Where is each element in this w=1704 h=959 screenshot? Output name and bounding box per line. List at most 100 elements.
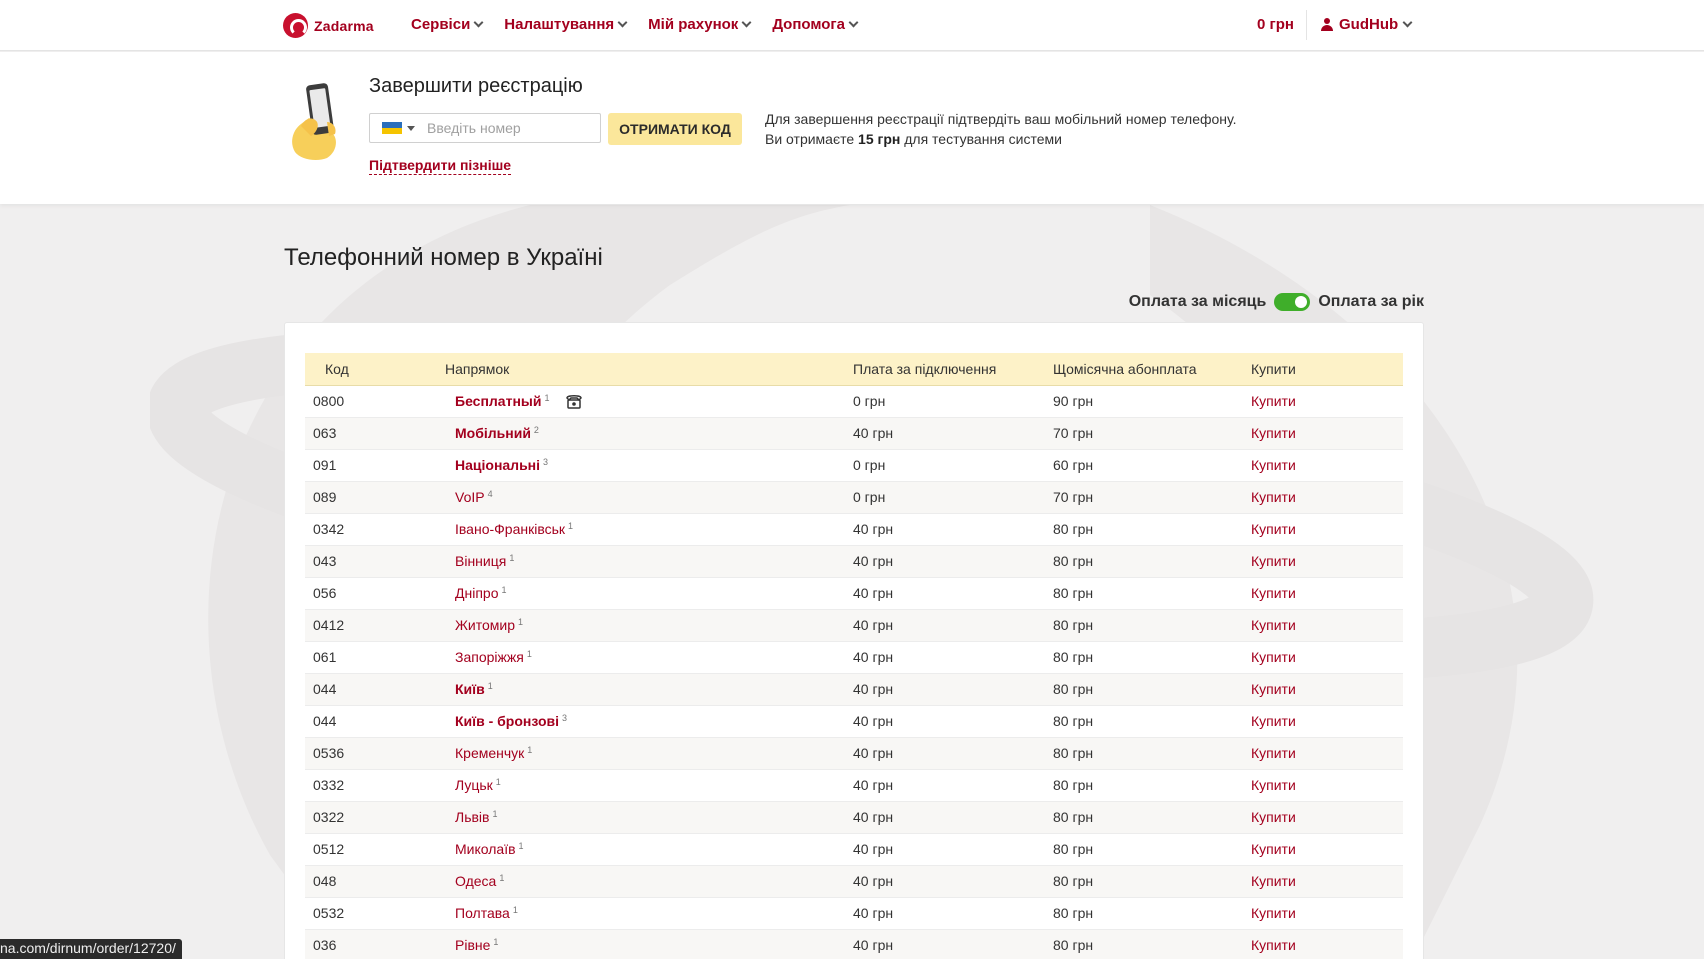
billing-period-toggle[interactable] [1274, 293, 1311, 311]
direction-link[interactable]: Луцьк [455, 777, 493, 793]
direction-link[interactable]: Миколаїв [455, 841, 516, 857]
buy-link[interactable]: Купити [1251, 905, 1296, 921]
direction-link[interactable]: Житомир [455, 617, 515, 633]
cell-direction: Рівне 1 [445, 929, 853, 959]
chevron-down-icon [1402, 17, 1413, 28]
cell-monthly-fee: 80 грн [1053, 641, 1251, 674]
confirm-later-link[interactable]: Підтвердити пізніше [369, 157, 512, 175]
buy-link[interactable]: Купити [1251, 937, 1296, 953]
cell-code: 061 [305, 641, 445, 674]
main-nav: Сервіси Налаштування Мій рахунок Допомог… [411, 16, 859, 33]
direction-link[interactable]: Вінниця [455, 553, 506, 569]
cell-monthly-fee: 70 грн [1053, 417, 1251, 450]
direction-link[interactable]: Бесплатный [455, 393, 541, 409]
nav-services-label: Сервіси [411, 16, 471, 33]
direction-link[interactable]: Одеса [455, 873, 496, 889]
cell-direction: Дніпро 1 [445, 577, 853, 610]
direction-link[interactable]: Дніпро [455, 585, 498, 601]
cell-monthly-fee: 80 грн [1053, 545, 1251, 578]
cell-connection-fee: 40 грн [853, 833, 1053, 866]
billing-yearly-label[interactable]: Оплата за рік [1318, 293, 1424, 311]
get-code-button[interactable]: ОТРИМАТИ КОД [608, 113, 742, 145]
cell-buy: Купити [1251, 865, 1403, 898]
buy-link[interactable]: Купити [1251, 681, 1296, 697]
buy-link[interactable]: Купити [1251, 585, 1296, 601]
cell-buy: Купити [1251, 737, 1403, 770]
column-header-monthly-fee: Щомісячна абонплата [1053, 353, 1251, 386]
footnote-marker: 1 [487, 681, 493, 691]
cell-monthly-fee: 80 грн [1053, 801, 1251, 834]
buy-link[interactable]: Купити [1251, 841, 1296, 857]
cell-connection-fee: 40 грн [853, 513, 1053, 546]
buy-link[interactable]: Купити [1251, 521, 1296, 537]
top-navbar: Zadarma Сервіси Налаштування Мій рахунок… [0, 0, 1704, 51]
billing-monthly-label[interactable]: Оплата за місяць [1129, 293, 1267, 311]
direction-link[interactable]: Івано-Франківськ [455, 521, 565, 537]
direction-link[interactable]: Запоріжжя [455, 649, 524, 665]
cell-buy: Купити [1251, 609, 1403, 642]
column-header-buy: Купити [1251, 353, 1403, 386]
buy-link[interactable]: Купити [1251, 457, 1296, 473]
cell-code: 044 [305, 705, 445, 738]
user-menu[interactable]: GudHub [1321, 16, 1413, 33]
buy-link[interactable]: Купити [1251, 553, 1296, 569]
buy-link[interactable]: Купити [1251, 393, 1296, 409]
direction-link[interactable]: Київ [455, 681, 485, 697]
cell-buy: Купити [1251, 801, 1403, 834]
table-header-row: Код Напрямок Плата за підключення Щоміся… [305, 353, 1403, 386]
chevron-down-icon [473, 17, 484, 28]
buy-link[interactable]: Купити [1251, 649, 1296, 665]
cell-monthly-fee: 80 грн [1053, 865, 1251, 898]
registration-note: Для завершення реєстрації підтвердіть ва… [765, 109, 1237, 149]
cell-direction: Бесплатный 1 [445, 385, 853, 418]
buy-link[interactable]: Купити [1251, 777, 1296, 793]
cell-buy: Купити [1251, 417, 1403, 450]
buy-link[interactable]: Купити [1251, 489, 1296, 505]
buy-link[interactable]: Купити [1251, 873, 1296, 889]
footnote-marker: 4 [487, 489, 493, 499]
cell-buy: Купити [1251, 513, 1403, 546]
nav-settings[interactable]: Налаштування [504, 16, 628, 33]
direction-link[interactable]: VoIP [455, 489, 485, 505]
direction-link[interactable]: Національні [455, 457, 540, 473]
table-row: 044 Київ 1 40 грн 80 грн Купити [305, 673, 1403, 706]
cell-monthly-fee: 80 грн [1053, 737, 1251, 770]
buy-link[interactable]: Купити [1251, 425, 1296, 441]
nav-services[interactable]: Сервіси [411, 16, 484, 33]
table-row: 036 Рівне 1 40 грн 80 грн Купити [305, 929, 1403, 959]
footnote-marker: 1 [518, 617, 524, 627]
country-flag-selector[interactable] [382, 122, 402, 134]
cell-code: 0532 [305, 897, 445, 930]
nav-my-account[interactable]: Мій рахунок [648, 16, 752, 33]
user-name: GudHub [1339, 16, 1399, 33]
footnote-marker: 1 [492, 809, 498, 819]
cell-code: 091 [305, 449, 445, 482]
direction-link[interactable]: Київ - бронзові [455, 713, 559, 729]
buy-link[interactable]: Купити [1251, 745, 1296, 761]
direction-link[interactable]: Львів [455, 809, 489, 825]
chevron-down-icon [848, 17, 859, 28]
footnote-marker: 1 [518, 841, 524, 851]
cell-code: 0412 [305, 609, 445, 642]
nav-help[interactable]: Допомога [772, 16, 859, 33]
cell-monthly-fee: 80 грн [1053, 513, 1251, 546]
cell-direction: Полтава 1 [445, 897, 853, 930]
cell-connection-fee: 40 грн [853, 641, 1053, 674]
table-row: 0342 Івано-Франківськ 1 40 грн 80 грн Купити [305, 513, 1403, 546]
cell-code: 0332 [305, 769, 445, 802]
account-balance[interactable]: 0 грн [1257, 16, 1294, 33]
direction-link[interactable]: Рівне [455, 937, 490, 953]
phone-number-input[interactable] [427, 120, 577, 136]
zadarma-logo[interactable]: Zadarma [283, 13, 374, 38]
footnote-marker: 1 [495, 777, 501, 787]
caret-down-icon[interactable] [407, 125, 415, 131]
buy-link[interactable]: Купити [1251, 809, 1296, 825]
direction-link[interactable]: Кременчук [455, 745, 524, 761]
buy-link[interactable]: Купити [1251, 617, 1296, 633]
cell-direction: Національні 3 [445, 449, 853, 482]
cell-connection-fee: 40 грн [853, 609, 1053, 642]
buy-link[interactable]: Купити [1251, 713, 1296, 729]
direction-link[interactable]: Мобільний [455, 425, 531, 441]
direction-link[interactable]: Полтава [455, 905, 510, 921]
cell-connection-fee: 0 грн [853, 481, 1053, 514]
